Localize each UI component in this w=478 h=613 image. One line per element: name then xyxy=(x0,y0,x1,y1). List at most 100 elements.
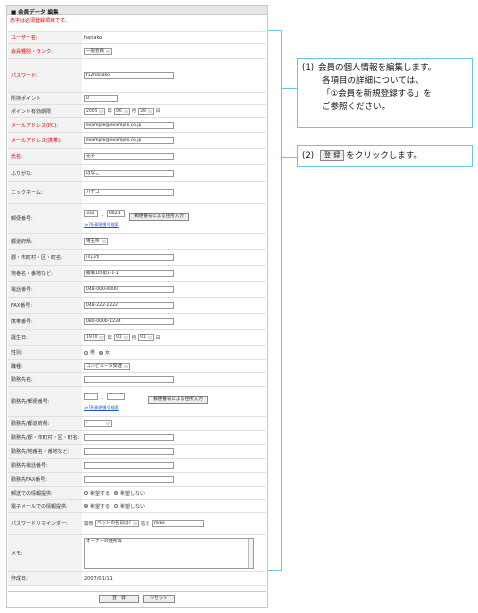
birth-month-select[interactable]: 01 ▼ xyxy=(113,334,130,341)
row-city: 郡・市町村・区・町名: 川口市 xyxy=(8,249,266,265)
nickname-label: ニックネーム: xyxy=(8,182,82,203)
work-phone-input[interactable] xyxy=(84,462,174,469)
mail-info-yes-radio[interactable] xyxy=(84,491,88,495)
reminder-question-select[interactable]: ペットの名前は? ▼ xyxy=(95,520,139,527)
bracket-connector-2 xyxy=(282,157,297,158)
rank-select[interactable]: 一般会員 ▼ xyxy=(84,47,112,55)
row-email-mobile: メールアドレス(携帯): example@example.co.jp xyxy=(8,132,266,148)
email-pc-label: メールアドレス(PC): xyxy=(8,118,82,132)
furigana-input[interactable]: はなこ xyxy=(84,169,174,177)
email-info-yes-radio[interactable] xyxy=(84,504,88,508)
work-city-label: 勤務先/郡・市町村・区・町名: xyxy=(8,431,82,444)
work-prefecture-select[interactable]: - ▼ xyxy=(84,420,112,427)
birth-year-select[interactable]: 1970 ▼ xyxy=(84,334,106,341)
address-input[interactable]: 飯塚1の街1-1-1 xyxy=(84,270,174,277)
password-label: パスワード: xyxy=(8,59,82,92)
created-label: 作成日: xyxy=(8,572,82,585)
city-input[interactable]: 川口市 xyxy=(84,254,174,261)
occupation-label: 職種: xyxy=(8,360,82,372)
month-unit: 月 xyxy=(131,109,137,114)
work-city-input[interactable] xyxy=(84,434,174,441)
workplace-label: 勤務先名: xyxy=(8,373,82,386)
bracket-connector-1 xyxy=(282,88,297,89)
work-fax-label: 勤務先FAX番号: xyxy=(8,473,82,486)
callout-1-line2: 各項目の詳細については、 xyxy=(322,76,424,86)
email-pc-input[interactable]: example@example.co.jp xyxy=(84,121,174,129)
work-zip-lookup-button[interactable]: 郵便番号による住所入力 xyxy=(148,395,208,404)
prefecture-select[interactable]: 埼玉県 ▼ xyxy=(84,238,108,245)
workplace-input[interactable] xyxy=(84,376,174,383)
expiry-year-select[interactable]: 2005 ▼ xyxy=(84,107,106,115)
zip-search-link[interactable]: ≫7桁郵便番号検索 xyxy=(84,222,119,228)
work-zip2-input[interactable] xyxy=(106,392,125,400)
register-button[interactable]: 登 録 xyxy=(99,594,139,603)
password-input[interactable]: f12hanako xyxy=(84,72,174,79)
points-label: 所持ポイント xyxy=(8,93,82,104)
row-email-pc: メールアドレス(PC): example@example.co.jp xyxy=(8,117,266,132)
row-gender: 性別: 男 女 xyxy=(8,345,266,359)
memo-scrollbar[interactable] xyxy=(248,539,253,568)
row-address: 地番名・番地など: 飯塚1の街1-1-1 xyxy=(8,265,266,281)
username-label: ユーザー名: xyxy=(8,32,82,43)
birth-day-unit: 日 xyxy=(155,335,161,341)
row-username: ユーザー名: hanako xyxy=(8,31,266,43)
memo-label: メモ: xyxy=(8,535,82,571)
row-email-info: 電子メールでの情報提供: 希望する 希望しない xyxy=(8,499,266,512)
expiry-month-select[interactable]: 06 ▼ xyxy=(113,107,130,115)
nickname-input[interactable]: ハナコ xyxy=(84,189,174,196)
furigana-label: ふりがな: xyxy=(8,165,82,181)
name-label: 氏名: xyxy=(8,149,82,164)
reset-button[interactable]: リセット xyxy=(142,594,175,603)
email-info-no-radio[interactable] xyxy=(114,504,119,508)
occupation-select[interactable]: コンピュータ関連 ▼ xyxy=(84,362,130,370)
phone-label: 電話番号: xyxy=(8,282,82,297)
work-address-label: 勤務先/地番名・番地など: xyxy=(8,445,82,458)
phone-input[interactable]: 048-000-0000 xyxy=(84,286,174,293)
email-mobile-input[interactable]: example@example.co.jp xyxy=(84,137,174,144)
row-occupation: 職種: コンピュータ関連 ▼ xyxy=(8,359,266,372)
work-fax-input[interactable] xyxy=(84,476,174,483)
bracket-vertical xyxy=(281,30,282,570)
row-reminder: パスワードリマインダー: 質問 ペットの名前は? ▼ 答え mike xyxy=(8,512,266,534)
username-value: hanako xyxy=(84,34,103,41)
work-zip1-input[interactable] xyxy=(84,392,98,400)
fax-input[interactable]: 048-222-2222 xyxy=(84,302,174,309)
memo-textarea[interactable]: オーナーの住所等 xyxy=(84,538,254,569)
name-input[interactable]: 花子 xyxy=(84,153,174,160)
reminder-answer-input[interactable]: mike xyxy=(151,520,204,527)
gender-female-radio[interactable] xyxy=(99,350,104,355)
gender-male-radio[interactable] xyxy=(84,350,88,355)
row-nickname: ニックネーム: ハナコ xyxy=(8,181,266,203)
points-input[interactable]: 0 xyxy=(84,95,118,102)
year-unit: 年 xyxy=(107,109,112,114)
day-unit: 日 xyxy=(155,109,161,114)
row-work-phone: 勤務先電話番号: xyxy=(8,458,266,472)
mail-info-no-radio[interactable] xyxy=(114,491,119,495)
email-info-label: 電子メールでの情報提供: xyxy=(8,500,82,512)
fax-label: FAX番号: xyxy=(8,298,82,313)
row-work-fax: 勤務先FAX番号: xyxy=(8,472,266,486)
email-mobile-label: メールアドレス(携帯): xyxy=(8,133,82,148)
zip1-input[interactable]: 332 xyxy=(84,209,98,217)
expiry-day-select[interactable]: 28 ▼ xyxy=(138,107,154,115)
mobile-input[interactable]: 080-0000-1234 xyxy=(84,318,174,325)
callout-1-line1: 会員の個人情報を編集します。 xyxy=(318,63,437,73)
birth-year-unit: 年 xyxy=(107,335,112,341)
form-footer: 登 録 リセット xyxy=(8,591,266,605)
reminder-label: パスワードリマインダー: xyxy=(8,513,82,534)
member-edit-form: ■ 会員データ 編集 赤字は必須登録項目です。 ユーザー名: hanako 会員… xyxy=(6,5,268,608)
gender-label: 性別: xyxy=(8,346,82,359)
zip2-input[interactable]: 0023 xyxy=(106,209,125,217)
work-zip-label: 勤務先/郵便番号: xyxy=(8,387,82,416)
row-name: 氏名: 花子 xyxy=(8,148,266,164)
birth-day-select[interactable]: 01 ▼ xyxy=(138,334,154,341)
row-mail-info: 郵送での情報提供: 希望する 希望しない xyxy=(8,486,266,499)
birth-month-unit: 月 xyxy=(131,335,137,341)
callout-1-number: (1) xyxy=(302,63,315,73)
memo-text: オーナーの住所等 xyxy=(86,539,122,544)
zip-lookup-button[interactable]: 郵便番号による住所入力 xyxy=(129,212,189,221)
callout-1-line3: 「①会員を新規登録する」を xyxy=(322,89,432,99)
bracket-bottom xyxy=(268,570,282,571)
work-address-input[interactable] xyxy=(84,448,174,455)
work-zip-search-link[interactable]: ≫7桁郵便番号検索 xyxy=(84,405,119,411)
